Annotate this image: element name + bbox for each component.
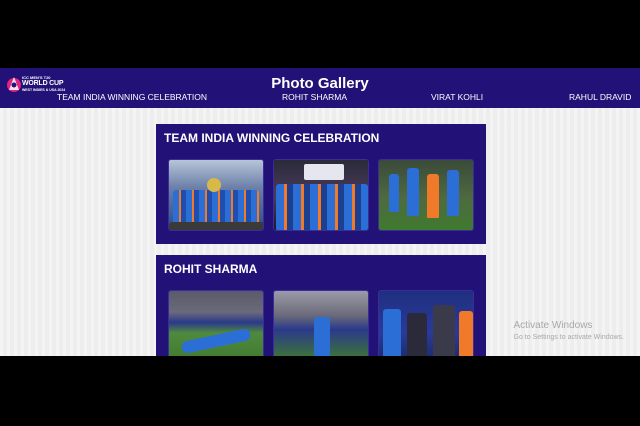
site-header: ICC MEN'S T20 WORLD CUP WEST INDIES & US… <box>0 68 640 108</box>
watermark-subtitle: Go to Settings to activate Windows. <box>513 334 625 341</box>
section-title: TEAM INDIA WINNING CELEBRATION <box>164 131 380 145</box>
gallery-photo-rohit-handshake[interactable] <box>378 290 474 356</box>
watermark-title: Activate Windows <box>513 320 593 331</box>
windows-activation-watermark: Activate Windows Go to Settings to activ… <box>514 320 625 341</box>
gallery-photo-team-celebration-trophy[interactable] <box>168 159 264 231</box>
gallery-photo-team-on-field[interactable] <box>378 159 474 231</box>
gallery-photo-rohit-kneeling[interactable] <box>273 290 369 356</box>
gallery-section-team-india: TEAM INDIA WINNING CELEBRATION <box>156 124 486 244</box>
nav-item-virat-kohli[interactable]: VIRAT KOHLI <box>431 92 483 102</box>
gallery-photo-team-huddle-banner[interactable] <box>273 159 369 231</box>
browser-viewport: ICC MEN'S T20 WORLD CUP WEST INDIES & US… <box>0 68 640 356</box>
gallery-photo-rohit-lying-on-ground[interactable] <box>168 290 264 356</box>
nav-item-rahul-dravid[interactable]: RAHUL DRAVID <box>569 92 631 102</box>
nav-item-rohit-sharma[interactable]: ROHIT SHARMA <box>282 92 347 102</box>
page-title: Photo Gallery <box>271 75 369 92</box>
nav-item-team-india-winning-celebration[interactable]: TEAM INDIA WINNING CELEBRATION <box>57 92 207 102</box>
gallery-section-rohit-sharma: ROHIT SHARMA <box>156 255 486 356</box>
section-title: ROHIT SHARMA <box>164 262 258 276</box>
